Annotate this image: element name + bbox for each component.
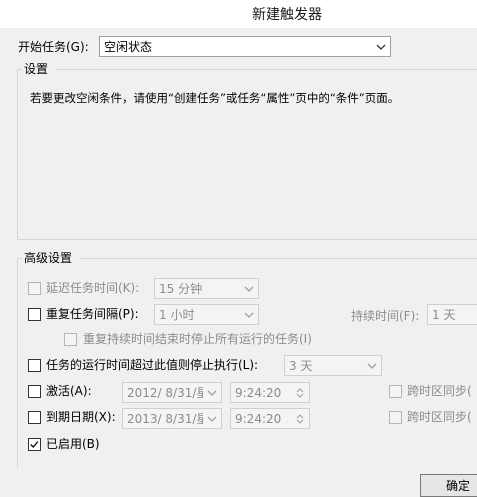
activate-checkbox[interactable] <box>28 385 41 398</box>
delay-value: 15 分钟 <box>159 282 203 296</box>
stop-running-label: 重复持续时间结束时停止所有运行的任务(I) <box>83 332 312 346</box>
title-bar: 新建触发器 <box>0 0 477 28</box>
start-task-label: 开始任务(G): <box>18 40 89 54</box>
duration-select[interactable]: 1 天 <box>427 304 477 325</box>
activate-sync-checkbox[interactable] <box>389 385 402 398</box>
activate-date-picker[interactable]: 2012/ 8/31/星期 <box>122 382 222 403</box>
repeat-select[interactable]: 1 小时 <box>154 304 259 325</box>
advanced-group-label: 高级设置 <box>24 251 73 265</box>
activate-date-value: 2012/ 8/31/星期 <box>127 386 203 400</box>
ok-button[interactable]: 确定 <box>420 474 477 497</box>
chevron-down-icon <box>244 286 254 292</box>
expire-date-picker[interactable]: 2013/ 8/31/星期 <box>122 408 222 429</box>
stop-running-checkbox[interactable] <box>64 333 77 346</box>
stop-if-longer-select[interactable]: 3 天 <box>284 355 382 376</box>
advanced-group-border-top <box>80 258 477 259</box>
settings-group-label: 设置 <box>24 62 49 76</box>
spinner-icon <box>296 414 304 424</box>
duration-value: 1 天 <box>432 308 456 322</box>
ok-button-label: 确定 <box>446 479 471 493</box>
checkmark-icon <box>30 441 39 449</box>
expire-time-value: 9:24:20 <box>235 412 282 426</box>
expire-date-value: 2013/ 8/31/星期 <box>127 412 203 426</box>
expire-checkbox[interactable] <box>28 411 41 424</box>
expire-label: 到期日期(X): <box>46 410 116 424</box>
chevron-down-icon <box>367 363 377 369</box>
repeat-checkbox[interactable] <box>28 308 41 321</box>
expire-sync-label: 跨时区同步( <box>407 410 472 424</box>
chevron-down-icon <box>207 416 217 422</box>
stop-if-longer-label: 任务的运行时间超过此值则停止执行(L): <box>46 358 259 372</box>
delay-checkbox[interactable] <box>28 282 41 295</box>
idle-info-text: 若要更改空闲条件，请使用“创建任务”或任务“属性”页中的“条件”页面。 <box>30 91 400 105</box>
spinner-icon <box>296 388 304 398</box>
chevron-down-icon <box>376 44 386 50</box>
stop-if-longer-value: 3 天 <box>289 359 313 373</box>
repeat-value: 1 小时 <box>159 308 195 322</box>
activate-time-picker[interactable]: 9:24:20 <box>230 382 310 403</box>
settings-group-border-bottom <box>17 239 477 240</box>
activate-sync-label: 跨时区同步( <box>407 384 472 398</box>
chevron-down-icon <box>244 312 254 318</box>
settings-group-border-left <box>17 69 18 239</box>
repeat-label: 重复任务间隔(P): <box>46 307 139 321</box>
advanced-group-border-left <box>17 258 18 468</box>
expire-time-picker[interactable]: 9:24:20 <box>230 408 310 429</box>
stop-if-longer-checkbox[interactable] <box>28 359 41 372</box>
start-task-value: 空闲状态 <box>104 40 153 54</box>
settings-group-border-top-left <box>18 69 22 70</box>
activate-label: 激活(A): <box>46 384 92 398</box>
delay-select[interactable]: 15 分钟 <box>154 278 259 299</box>
chevron-down-icon <box>207 390 217 396</box>
enabled-checkbox[interactable] <box>28 438 41 451</box>
enabled-label: 已启用(B) <box>46 437 100 451</box>
expire-sync-checkbox[interactable] <box>389 411 402 424</box>
activate-time-value: 9:24:20 <box>235 386 282 400</box>
duration-label: 持续时间(F): <box>351 309 420 323</box>
start-task-select[interactable]: 空闲状态 <box>99 36 391 57</box>
window-title: 新建触发器 <box>252 7 322 23</box>
delay-label: 延迟任务时间(K): <box>46 281 140 295</box>
settings-group-border-top <box>56 69 477 70</box>
